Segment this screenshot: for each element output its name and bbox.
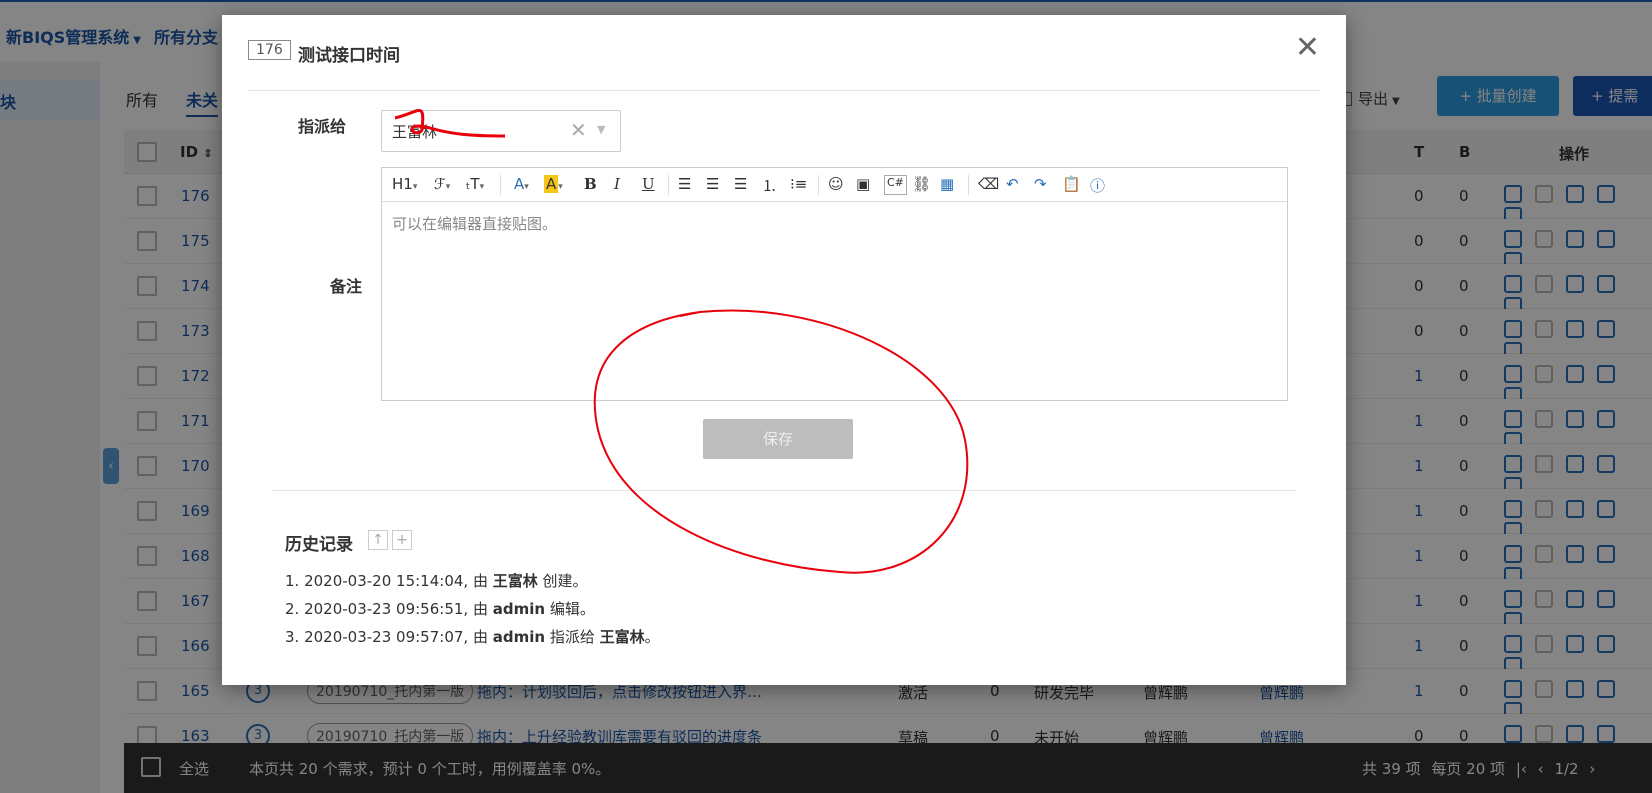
italic-icon[interactable]: I <box>614 175 620 195</box>
rich-text-editor[interactable]: H1▾ ℱ▾ ₜT▾ A▾ A ▾ B I U ☰ ☰ ☰ ⒈ ⁝≡ ☺ ▣ C#… <box>381 167 1288 401</box>
history-list: 1. 2020-03-20 15:14:04, 由 王富林 创建。 2. 202… <box>285 570 660 654</box>
emoticon-icon[interactable]: ☺ <box>828 175 844 195</box>
font-color-icon[interactable]: A▾ <box>514 175 529 195</box>
history-item: 2. 2020-03-23 09:56:51, 由 admin 编辑。 <box>285 600 595 618</box>
section-divider <box>272 490 1296 491</box>
highlight-icon[interactable]: A ▾ <box>544 175 563 195</box>
history-title: 历史记录 <box>285 535 353 555</box>
assign-label: 指派给 <box>298 117 347 136</box>
align-right-icon[interactable]: ☰ <box>734 175 747 195</box>
paste-icon[interactable]: 📋 <box>1062 175 1081 195</box>
chevron-down-icon: ▼ <box>597 123 606 136</box>
toolbar-divider <box>500 175 501 195</box>
font-size-icon[interactable]: ₜT▾ <box>466 175 484 195</box>
editor-placeholder: 可以在编辑器直接贴图。 <box>392 215 558 233</box>
heading-icon[interactable]: H1▾ <box>392 175 417 195</box>
toolbar-divider <box>968 175 969 195</box>
help-icon[interactable]: ⓘ <box>1090 175 1105 195</box>
expand-history-icon[interactable]: + <box>392 530 412 550</box>
assignee-value: 王富林 <box>392 123 438 141</box>
table-icon[interactable]: ▦ <box>940 175 954 195</box>
dialog-title: 测试接口时间 <box>298 46 400 66</box>
align-left-icon[interactable]: ☰ <box>678 175 691 195</box>
editor-toolbar: H1▾ ℱ▾ ₜT▾ A▾ A ▾ B I U ☰ ☰ ☰ ⒈ ⁝≡ ☺ ▣ C#… <box>382 168 1287 202</box>
toolbar-divider <box>668 175 669 195</box>
dialog-header: 176 测试接口时间 ✕ <box>248 33 1320 91</box>
story-id-badge: 176 <box>248 40 291 60</box>
assignee-select[interactable]: 王富林 ✕ ▼ <box>381 110 621 152</box>
remark-label: 备注 <box>330 277 363 296</box>
toolbar-divider <box>818 175 819 195</box>
eraser-icon[interactable]: ⌫ <box>978 175 999 195</box>
code-icon[interactable]: C# <box>884 175 907 195</box>
underline-icon[interactable]: U <box>642 175 655 195</box>
assign-dialog: 176 测试接口时间 ✕ 指派给 王富林 ✕ ▼ 备注 H1▾ ℱ▾ ₜT▾ A… <box>222 15 1346 685</box>
history-item: 3. 2020-03-23 09:57:07, 由 admin 指派给 王富林。 <box>285 628 660 646</box>
bullet-list-icon[interactable]: ⁝≡ <box>790 175 807 195</box>
bold-icon[interactable]: B <box>584 175 597 195</box>
image-icon[interactable]: ▣ <box>856 175 870 195</box>
save-button[interactable]: 保存 <box>703 419 853 459</box>
redo-icon[interactable]: ↷ <box>1034 175 1047 195</box>
link-icon[interactable]: ⛓ <box>912 175 931 195</box>
undo-icon[interactable]: ↶ <box>1006 175 1019 195</box>
ordered-list-icon[interactable]: ⒈ <box>762 175 777 195</box>
font-family-icon[interactable]: ℱ▾ <box>434 175 450 195</box>
clear-icon[interactable]: ✕ <box>570 118 587 142</box>
close-icon[interactable]: ✕ <box>1295 33 1320 63</box>
align-center-icon[interactable]: ☰ <box>706 175 719 195</box>
history-item: 1. 2020-03-20 15:14:04, 由 王富林 创建。 <box>285 572 588 590</box>
collapse-history-icon[interactable]: ↑ <box>368 530 388 550</box>
